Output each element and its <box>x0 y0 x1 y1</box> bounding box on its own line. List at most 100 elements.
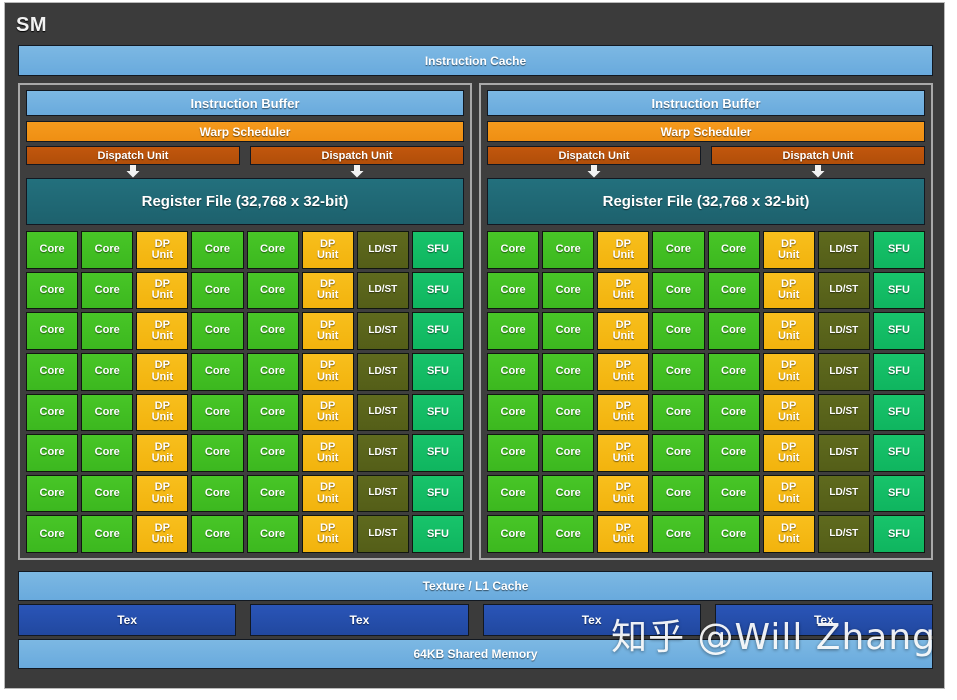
core-unit: Core <box>487 231 540 269</box>
core-unit: Core <box>487 271 540 310</box>
core-unit: Core <box>191 352 244 391</box>
core-unit: Core <box>707 474 760 513</box>
core-unit: Core <box>81 271 134 310</box>
sfu-unit-label: SFU <box>426 283 449 296</box>
sfu-unit: SFU <box>411 271 464 310</box>
dp-unit-label-line1: DP <box>320 481 336 494</box>
core-unit: Core <box>26 312 79 350</box>
core-unit-label: Core <box>555 243 581 256</box>
dp-unit: DP Unit <box>597 352 650 391</box>
core-unit: Core <box>487 312 540 350</box>
core-unit: Core <box>542 393 595 432</box>
core-unit-label: Core <box>204 283 230 296</box>
texture-unit-3: Tex <box>714 604 933 636</box>
load-store-unit-label: LD/ST <box>368 487 398 499</box>
core-unit-label: Core <box>204 486 230 499</box>
dp-unit-label-line2: Unit <box>316 289 339 302</box>
dp-unit: DP Unit <box>597 271 650 310</box>
dp-unit-label-line2: Unit <box>612 248 634 261</box>
arrow-down-icon <box>811 165 825 178</box>
core-unit: Core <box>246 352 299 391</box>
core-unit-label: Core <box>94 405 120 418</box>
core-unit: Core <box>707 312 760 350</box>
dp-unit-label-line2: Unit <box>316 411 339 424</box>
dp-unit: DP Unit <box>762 271 815 310</box>
dp-unit-label-line2: Unit <box>777 533 800 546</box>
load-store-unit-label: LD/ST <box>829 487 859 499</box>
arrow-down-icon <box>587 165 601 178</box>
core-unit: Core <box>542 271 595 310</box>
core-unit-label: Core <box>260 527 286 540</box>
core-unit: Core <box>246 271 299 310</box>
core-unit: Core <box>652 393 705 432</box>
sfu-unit-label: SFU <box>426 486 449 499</box>
dispatch-arrow-row-0 <box>26 165 464 178</box>
dp-unit: DP Unit <box>136 312 189 350</box>
core-unit-label: Core <box>39 527 65 540</box>
texture-unit-row: Tex Tex Tex Tex <box>18 604 933 636</box>
dp-unit: DP Unit <box>597 515 650 553</box>
dispatch-unit-1-0: Dispatch Unit <box>487 146 701 165</box>
core-unit: Core <box>246 393 299 432</box>
core-unit-label: Core <box>721 446 747 459</box>
dp-unit-label-line2: Unit <box>151 330 173 343</box>
core-unit-label: Core <box>39 446 65 459</box>
sfu-unit-label: SFU <box>426 243 449 256</box>
dp-unit-label-line2: Unit <box>316 248 339 261</box>
dp-unit-label-line2: Unit <box>777 492 800 505</box>
instruction-buffer-0: Instruction Buffer <box>26 90 464 116</box>
sfu-unit: SFU <box>872 312 925 350</box>
core-unit-label: Core <box>665 365 691 378</box>
dispatch-unit-0-1: Dispatch Unit <box>250 146 464 165</box>
core-unit: Core <box>246 231 299 269</box>
texture-l1-cache-block: Texture / L1 Cache <box>18 571 933 601</box>
sfu-unit: SFU <box>872 393 925 432</box>
dp-unit: DP Unit <box>136 515 189 553</box>
core-unit: Core <box>191 393 244 432</box>
instruction-cache-block: Instruction Cache <box>18 45 933 76</box>
sfu-unit: SFU <box>411 393 464 432</box>
core-unit-label: Core <box>500 527 526 540</box>
load-store-unit: LD/ST <box>817 271 870 310</box>
dp-unit: DP Unit <box>136 434 189 472</box>
dp-unit-label-line2: Unit <box>777 248 800 261</box>
core-unit: Core <box>707 434 760 472</box>
core-unit-label: Core <box>665 446 691 459</box>
load-store-unit-label: LD/ST <box>368 324 398 336</box>
core-unit-label: Core <box>260 324 286 337</box>
core-unit-label: Core <box>665 527 691 540</box>
dp-unit-label-line2: Unit <box>777 289 800 302</box>
load-store-unit-label: LD/ST <box>829 365 859 377</box>
core-unit: Core <box>191 231 244 269</box>
core-unit-label: Core <box>260 446 286 459</box>
load-store-unit: LD/ST <box>817 474 870 513</box>
core-unit-label: Core <box>39 283 65 296</box>
core-unit: Core <box>542 312 595 350</box>
load-store-unit-label: LD/ST <box>368 365 398 377</box>
load-store-unit: LD/ST <box>356 474 409 513</box>
dp-unit: DP Unit <box>762 312 815 350</box>
core-unit: Core <box>487 474 540 513</box>
dp-unit-label-line2: Unit <box>612 492 634 505</box>
core-unit-label: Core <box>260 405 286 418</box>
arrow-down-icon <box>350 165 364 178</box>
core-unit-label: Core <box>665 486 691 499</box>
load-store-unit: LD/ST <box>356 515 409 553</box>
core-unit: Core <box>542 474 595 513</box>
dp-unit: DP Unit <box>301 434 354 472</box>
core-unit-label: Core <box>500 446 526 459</box>
dp-unit-label-line2: Unit <box>151 289 173 302</box>
core-unit-label: Core <box>39 486 65 499</box>
core-unit-label: Core <box>204 405 230 418</box>
dp-unit-label-line2: Unit <box>316 330 339 343</box>
core-unit-label: Core <box>665 405 691 418</box>
dp-unit: DP Unit <box>597 231 650 269</box>
core-unit: Core <box>707 271 760 310</box>
core-unit-label: Core <box>204 527 230 540</box>
sfu-unit-label: SFU <box>887 527 910 540</box>
dp-unit-label-line2: Unit <box>316 451 339 464</box>
dp-unit: DP Unit <box>762 515 815 553</box>
core-unit-label: Core <box>500 365 526 378</box>
dp-unit: DP Unit <box>762 474 815 513</box>
core-unit: Core <box>707 393 760 432</box>
